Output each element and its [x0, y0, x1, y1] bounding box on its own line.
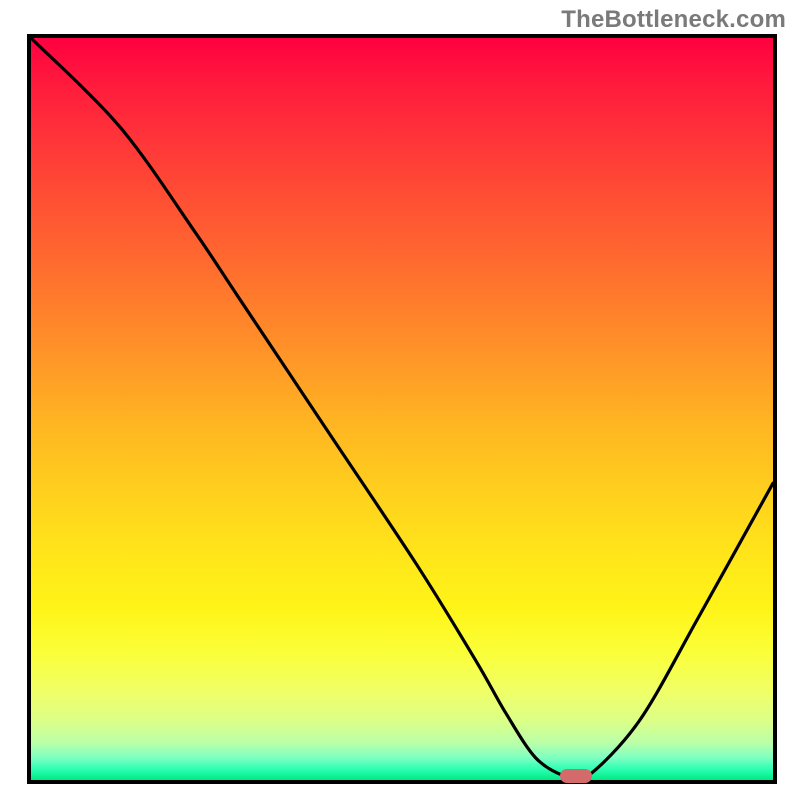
plot-area: [27, 34, 777, 784]
chart-stage: TheBottleneck.com: [0, 0, 800, 800]
curve-layer: [31, 38, 773, 780]
optimum-marker: [560, 769, 592, 783]
watermark-text: TheBottleneck.com: [561, 6, 786, 34]
bottleneck-curve: [31, 38, 773, 780]
